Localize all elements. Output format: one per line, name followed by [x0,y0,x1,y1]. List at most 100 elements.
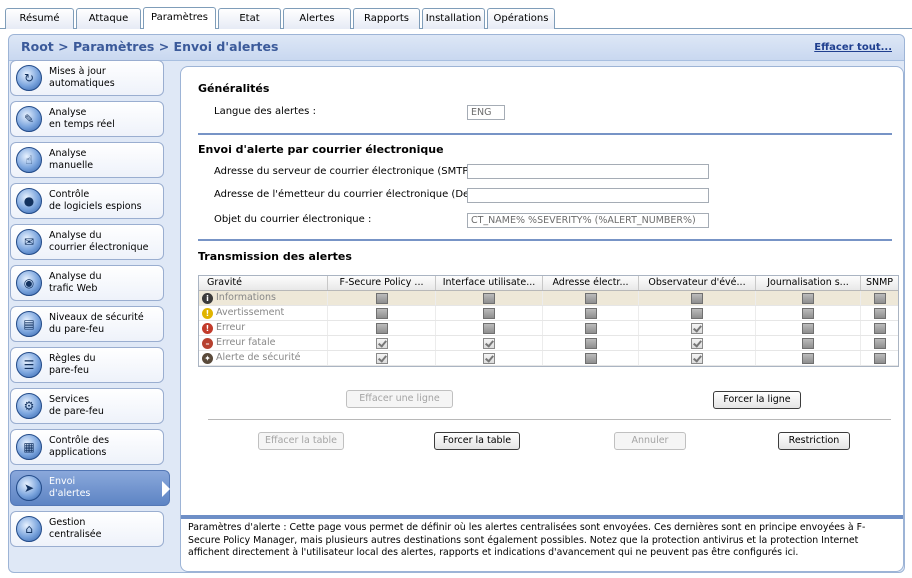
tab-etat[interactable]: Etat [218,8,281,29]
sidebar-item-controle-applications[interactable]: ▦ Contrôle des applications [10,429,164,465]
column-header[interactable]: Interface utilisate... [436,276,543,290]
checkbox-unchecked[interactable] [375,323,388,334]
alert-forwarding-table: Gravité F-Secure Policy ... Interface ut… [198,275,899,367]
column-header[interactable]: F-Secure Policy ... [328,276,436,290]
subject-input[interactable]: CT_NAME% %SEVERITY% (%ALERT_NUMBER%) [467,213,709,228]
sidebar-item-label: Envoi [49,476,76,487]
language-field[interactable]: ENG [467,105,505,120]
table-row[interactable]: – Erreur fatale [199,336,898,351]
cancel-button[interactable]: Annuler [614,432,686,450]
checkbox-checked[interactable] [691,338,703,349]
sidebar-item-sublabel: pare-feu [49,365,90,376]
subject-label: Objet du courrier électronique : [214,214,372,225]
checkbox-unchecked[interactable] [584,308,597,319]
checkbox-unchecked[interactable] [584,338,597,349]
checkbox-cell [861,351,898,365]
checkbox-checked[interactable] [375,338,388,349]
sidebar-item-label: Gestion [49,517,86,528]
sidebar-item-niveaux-securite[interactable]: ▤ Niveaux de sécurité du pare-feu [10,306,164,342]
sidebar-item-services-pare-feu[interactable]: ⚙ Services de pare-feu [10,388,164,424]
smtp-input[interactable] [467,164,709,179]
tab-rapports[interactable]: Rapports [353,8,420,29]
sidebar-item-label: Règles du [49,353,96,364]
checkbox-unchecked[interactable] [375,308,388,319]
tab-attaque[interactable]: Attaque [76,8,141,29]
column-header[interactable]: SNMP [861,276,898,290]
tab-installation[interactable]: Installation [422,8,485,29]
table-row[interactable]: i Informations [199,291,898,306]
severity-cell: ! Avertissement [199,306,328,320]
sidebar-item-regles-pare-feu[interactable]: ☰ Règles du pare-feu [10,347,164,383]
checkbox-cell [756,321,861,335]
from-input[interactable] [467,188,709,203]
checkbox-checked[interactable] [375,353,388,364]
checkbox-unchecked[interactable] [691,293,703,304]
from-label: Adresse de l'émetteur du courrier électr… [214,189,480,200]
clear-row-button[interactable]: Effacer une ligne [346,390,453,408]
checkbox-unchecked[interactable] [483,308,495,319]
checkbox-unchecked[interactable] [802,338,814,349]
column-header[interactable]: Journalisation s... [756,276,861,290]
checkbox-cell [543,351,639,365]
table-row[interactable]: ! Avertissement [199,306,898,321]
checkbox-unchecked[interactable] [873,308,886,319]
force-table-button[interactable]: Forcer la table [434,432,520,450]
sidebar-item-gestion-centralisee[interactable]: ⌂ Gestion centralisée [10,511,164,547]
spyware-icon: ● [16,188,42,214]
checkbox-unchecked[interactable] [873,353,886,364]
table-row[interactable]: ! Erreur [199,321,898,336]
column-header[interactable]: Observateur d'évé... [639,276,756,290]
tab-operations[interactable]: Opérations [487,8,555,29]
tab-alertes[interactable]: Alertes [283,8,351,29]
checkbox-unchecked[interactable] [873,293,886,304]
section-title-email: Envoi d'alerte par courrier électronique [198,143,444,156]
force-row-button[interactable]: Forcer la ligne [713,391,801,409]
help-text: Paramètres d'alerte : Cette page vous pe… [188,522,866,558]
checkbox-unchecked[interactable] [375,293,388,304]
checkbox-unchecked[interactable] [802,353,814,364]
section-title-general: Généralités [198,82,270,95]
checkbox-checked[interactable] [691,353,703,364]
central-management-icon: ⌂ [16,516,42,542]
checkbox-cell [756,336,861,350]
checkbox-unchecked[interactable] [802,323,814,334]
sidebar-item-mises-a-jour[interactable]: ↻ Mises à jour automatiques [10,60,164,96]
checkbox-unchecked[interactable] [802,293,814,304]
sidebar-item-envoi-alertes[interactable]: ➤ Envoi d'alertes [10,470,170,506]
restriction-button[interactable]: Restriction [778,432,850,450]
alert-forwarding-icon: ➤ [16,475,42,501]
sidebar-item-sublabel: centralisée [49,529,102,540]
table-row[interactable]: ✦ Alerte de sécurité [199,351,898,366]
section-divider [198,239,892,241]
checkbox-checked[interactable] [691,323,703,334]
checkbox-checked[interactable] [483,353,495,364]
tab-resume[interactable]: Résumé [5,8,74,29]
severity-cell: ! Erreur [199,321,328,335]
checkbox-unchecked[interactable] [873,338,886,349]
sidebar-item-analyse-manuelle[interactable]: ☝ Analyse manuelle [10,142,164,178]
sidebar-item-logiciels-espions[interactable]: ● Contrôle de logiciels espions [10,183,164,219]
sidebar-item-courrier-electronique[interactable]: ✉ Analyse du courrier électronique [10,224,164,260]
clear-all-link[interactable]: Effacer tout... [814,42,892,53]
sidebar-item-analyse-temps-reel[interactable]: ✎ Analyse en temps réel [10,101,164,137]
sidebar-item-sublabel: en temps réel [49,119,115,130]
checkbox-unchecked[interactable] [584,293,597,304]
sidebar-item-trafic-web[interactable]: ◉ Analyse du trafic Web [10,265,164,301]
checkbox-cell [436,291,543,305]
checkbox-unchecked[interactable] [802,308,814,319]
checkbox-unchecked[interactable] [584,353,597,364]
checkbox-unchecked[interactable] [873,323,886,334]
tab-parametres[interactable]: Paramètres [143,7,216,29]
checkbox-unchecked[interactable] [483,293,495,304]
clear-table-button[interactable]: Effacer la table [258,432,344,450]
checkbox-checked[interactable] [483,338,495,349]
checkbox-unchecked[interactable] [691,308,703,319]
checkbox-unchecked[interactable] [483,323,495,334]
severity-label: Avertissement [216,307,285,318]
language-label: Langue des alertes : [214,106,316,117]
column-header[interactable]: Gravité [199,276,328,290]
checkbox-unchecked[interactable] [584,323,597,334]
column-header[interactable]: Adresse électr... [543,276,639,290]
content-panel: Généralités Langue des alertes : ENG Env… [180,66,904,572]
checkbox-cell [861,291,898,305]
